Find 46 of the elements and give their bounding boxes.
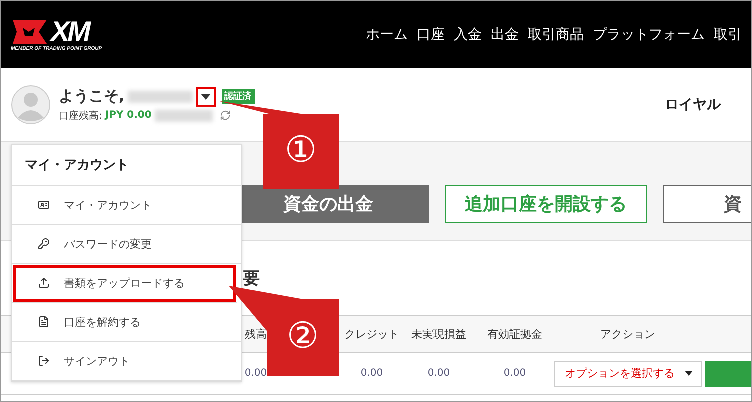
column-header: クレジット <box>344 326 400 342</box>
menu-item[interactable]: 書類をアップロードする <box>12 264 237 303</box>
caret-icon <box>685 371 693 376</box>
caret-icon <box>200 94 211 100</box>
balance-value: JPY 0.00 <box>105 110 152 121</box>
column-header: 残高 <box>244 326 268 342</box>
account-dropdown-button[interactable] <box>196 86 216 106</box>
menu-item[interactable]: マイ・アカウント <box>12 186 241 225</box>
nav-link[interactable]: ホーム <box>366 26 408 44</box>
redacted-name <box>128 90 193 102</box>
key-icon <box>38 238 50 250</box>
menu-title: マイ・アカウント <box>12 145 241 186</box>
option-select[interactable]: オプションを選択する <box>554 360 702 386</box>
callout-number: ② <box>286 319 320 355</box>
menu-item[interactable]: 口座を解約する <box>12 303 241 342</box>
column-header: アクション <box>600 326 656 342</box>
column-header: 有効証拠金 <box>486 326 544 342</box>
nav-link[interactable]: 口座 <box>417 26 445 44</box>
menu-item[interactable]: サインアウト <box>12 342 241 381</box>
table-cell-text: 0.00 <box>426 368 452 379</box>
verified-badge: 認証済 <box>222 89 255 104</box>
menu-item[interactable]: パスワードの変更 <box>12 225 241 264</box>
welcome-text: ようこそ, <box>59 87 125 106</box>
nav-link[interactable]: 入金 <box>454 26 482 44</box>
sign-out-icon <box>38 355 50 367</box>
loyalty-title: ロイヤル <box>665 96 721 114</box>
action-button[interactable]: 資 <box>663 185 751 223</box>
bull-logo-icon <box>11 18 49 46</box>
refresh-icon[interactable] <box>220 110 231 121</box>
column-header: 未実現損益 <box>410 326 468 342</box>
table-cell-text: 0.00 <box>360 368 384 379</box>
document-icon <box>38 316 50 328</box>
upload-icon <box>38 277 50 289</box>
nav-link[interactable]: プラットフォーム <box>593 26 705 44</box>
section-heading: 要 <box>243 268 261 291</box>
nav-link[interactable]: 取引 <box>714 26 742 44</box>
nav-link[interactable]: 出金 <box>491 26 519 44</box>
callout-number: ① <box>284 133 318 169</box>
nav-link[interactable]: 取引商品 <box>528 26 584 44</box>
table-cell-text: 0.00 <box>502 368 528 379</box>
table-cell-text: 0.00 <box>244 368 268 379</box>
redacted-balance <box>154 110 213 122</box>
avatar-icon <box>11 84 51 124</box>
balance-label: 口座残高: <box>59 110 102 122</box>
logo-mark: XM <box>51 18 89 46</box>
id-card-icon <box>38 199 50 211</box>
